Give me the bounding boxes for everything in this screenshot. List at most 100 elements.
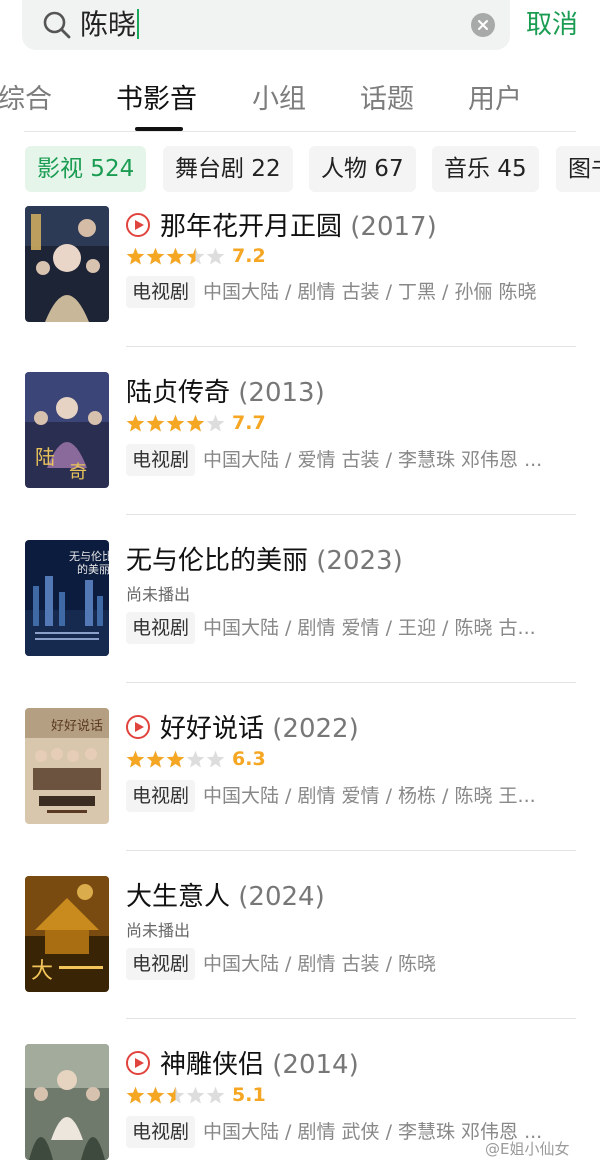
result-year: (2014) bbox=[272, 1050, 359, 1080]
clear-search-icon[interactable] bbox=[471, 13, 495, 37]
result-year: (2023) bbox=[316, 546, 403, 576]
result-meta: 电视剧 中国大陆 / 剧情 古装 / 丁黑 / 孙俪 陈晓 bbox=[126, 276, 566, 308]
search-field[interactable]: 陈晓 bbox=[22, 0, 510, 50]
result-title-line: 神雕侠侣 (2014) bbox=[126, 1048, 359, 1082]
rating-value: 6.3 bbox=[232, 748, 266, 770]
result-meta: 电视剧 中国大陆 / 剧情 爱情 / 杨栋 / 陈晓 王... bbox=[126, 780, 566, 812]
svg-text:无与伦比: 无与伦比 bbox=[69, 549, 109, 563]
rating: 6.3 bbox=[126, 748, 266, 772]
result-title: 神雕侠侣 bbox=[160, 1050, 265, 1080]
search-icon bbox=[43, 11, 71, 39]
tab-groups[interactable]: 小组 bbox=[252, 82, 306, 118]
star-filled bbox=[146, 750, 165, 767]
result-year: (2017) bbox=[350, 212, 437, 242]
result-meta: 电视剧 中国大陆 / 爱情 古装 / 李慧珠 邓伟恩 ... bbox=[126, 444, 566, 476]
star-filled bbox=[126, 414, 145, 431]
star-filled bbox=[166, 750, 185, 767]
result-item[interactable]: 好好说话 好好说话 (2022) 6.3 电视剧 中国大陆 / 剧情 爱情 / 杨… bbox=[0, 704, 600, 872]
result-title: 好好说话 bbox=[160, 714, 265, 744]
release-status: 尚未播出 bbox=[126, 585, 191, 604]
star-rating-icon bbox=[126, 247, 224, 264]
poster-image[interactable]: 无与伦比 的美丽 bbox=[25, 540, 109, 656]
star-filled bbox=[126, 750, 145, 767]
result-year: (2013) bbox=[238, 378, 325, 408]
star-empty bbox=[206, 414, 224, 431]
poster-image[interactable]: 大 bbox=[25, 876, 109, 992]
result-item[interactable]: 那年花开月正圆 (2017) 7.2 电视剧 中国大陆 / 剧情 古装 / 丁黑 … bbox=[0, 200, 600, 368]
result-title-line: 大生意人 (2024) bbox=[126, 880, 325, 914]
star-filled bbox=[146, 414, 165, 431]
release-status: 尚未播出 bbox=[126, 921, 191, 940]
meta-text: 中国大陆 / 剧情 古装 / 丁黑 / 孙俪 陈晓 bbox=[203, 281, 537, 303]
star-rating-icon bbox=[126, 750, 224, 767]
cancel-button[interactable]: 取消 bbox=[526, 7, 578, 43]
rating: 5.1 bbox=[126, 1084, 266, 1108]
result-divider bbox=[126, 682, 576, 683]
type-tag: 电视剧 bbox=[126, 276, 196, 308]
rating-value: 7.7 bbox=[232, 412, 266, 434]
result-title: 大生意人 bbox=[126, 882, 231, 912]
star-empty bbox=[206, 1086, 224, 1103]
star-filled bbox=[126, 247, 145, 264]
result-title-line: 陆贞传奇 (2013) bbox=[126, 376, 325, 410]
play-icon bbox=[126, 213, 150, 237]
star-filled bbox=[166, 414, 185, 431]
rating: 7.2 bbox=[126, 245, 266, 269]
tab-overview[interactable]: 综合 bbox=[0, 82, 52, 118]
result-item[interactable]: 无与伦比 的美丽 无与伦比的美丽 (2023) 尚未播出 电视剧 中国大陆 / 剧… bbox=[0, 536, 600, 704]
chip-books[interactable]: 图书 bbox=[556, 146, 600, 192]
star-empty bbox=[206, 750, 224, 767]
star-filled bbox=[126, 1086, 145, 1103]
svg-text:好好说话: 好好说话 bbox=[51, 719, 103, 734]
result-item[interactable]: 陆 奇 陆贞传奇 (2013) 7.7 电视剧 中国大陆 / 爱情 古装 / 李慧… bbox=[0, 368, 600, 536]
svg-text:陆: 陆 bbox=[35, 445, 55, 469]
poster-image[interactable]: 陆 奇 bbox=[25, 372, 109, 488]
result-meta: 电视剧 中国大陆 / 剧情 爱情 / 王迎 / 陈晓 古... bbox=[126, 612, 566, 644]
result-divider bbox=[126, 514, 576, 515]
tab-users[interactable]: 用户 bbox=[468, 82, 522, 118]
star-filled bbox=[186, 414, 205, 431]
chip-music[interactable]: 音乐 45 bbox=[432, 146, 539, 192]
result-title: 陆贞传奇 bbox=[126, 378, 231, 408]
result-title: 无与伦比的美丽 bbox=[126, 546, 309, 576]
tabs-divider bbox=[24, 131, 576, 132]
rating-value: 5.1 bbox=[232, 1084, 266, 1106]
result-divider bbox=[126, 1018, 576, 1019]
result-divider bbox=[126, 850, 576, 851]
star-empty bbox=[206, 247, 224, 264]
play-icon bbox=[126, 715, 150, 739]
star-empty bbox=[186, 1086, 205, 1103]
result-meta: 电视剧 中国大陆 / 剧情 古装 / 陈晓 bbox=[126, 948, 566, 980]
result-title-line: 好好说话 (2022) bbox=[126, 712, 359, 746]
text-cursor bbox=[137, 9, 140, 39]
type-tag: 电视剧 bbox=[126, 1116, 196, 1148]
star-empty bbox=[186, 750, 205, 767]
type-tag: 电视剧 bbox=[126, 780, 196, 812]
search-input[interactable]: 陈晓 bbox=[80, 6, 140, 44]
svg-text:的美丽: 的美丽 bbox=[77, 562, 109, 576]
poster-image[interactable] bbox=[25, 1044, 109, 1160]
category-tabs: 综合 书影音 小组 话题 用户 bbox=[0, 72, 600, 132]
result-year: (2024) bbox=[238, 882, 325, 912]
rating: 7.7 bbox=[126, 412, 266, 436]
star-rating-icon bbox=[126, 414, 224, 431]
meta-text: 中国大陆 / 剧情 古装 / 陈晓 bbox=[203, 953, 437, 975]
result-divider bbox=[126, 346, 576, 347]
type-tag: 电视剧 bbox=[126, 948, 196, 980]
meta-text: 中国大陆 / 剧情 爱情 / 王迎 / 陈晓 古... bbox=[203, 617, 536, 639]
poster-image[interactable] bbox=[25, 206, 109, 322]
svg-text:大: 大 bbox=[31, 959, 53, 984]
rating-value: 7.2 bbox=[232, 245, 266, 267]
meta-text: 中国大陆 / 爱情 古装 / 李慧珠 邓伟恩 ... bbox=[203, 449, 543, 471]
chip-people[interactable]: 人物 67 bbox=[309, 146, 416, 192]
tab-topics[interactable]: 话题 bbox=[360, 82, 414, 118]
chip-film-tv[interactable]: 影视 524 bbox=[25, 146, 147, 192]
chip-stage-drama[interactable]: 舞台剧 22 bbox=[163, 146, 293, 192]
poster-image[interactable]: 好好说话 bbox=[25, 708, 109, 824]
result-title-line: 无与伦比的美丽 (2023) bbox=[126, 544, 403, 578]
star-filled bbox=[146, 1086, 165, 1103]
result-year: (2022) bbox=[272, 714, 359, 744]
result-item[interactable]: 大 大生意人 (2024) 尚未播出 电视剧 中国大陆 / 剧情 古装 / 陈晓 bbox=[0, 872, 600, 1040]
filter-chips: 影视 524 舞台剧 22 人物 67 音乐 45 图书 bbox=[0, 146, 600, 194]
tab-books-movies-music[interactable]: 书影音 bbox=[116, 82, 197, 118]
